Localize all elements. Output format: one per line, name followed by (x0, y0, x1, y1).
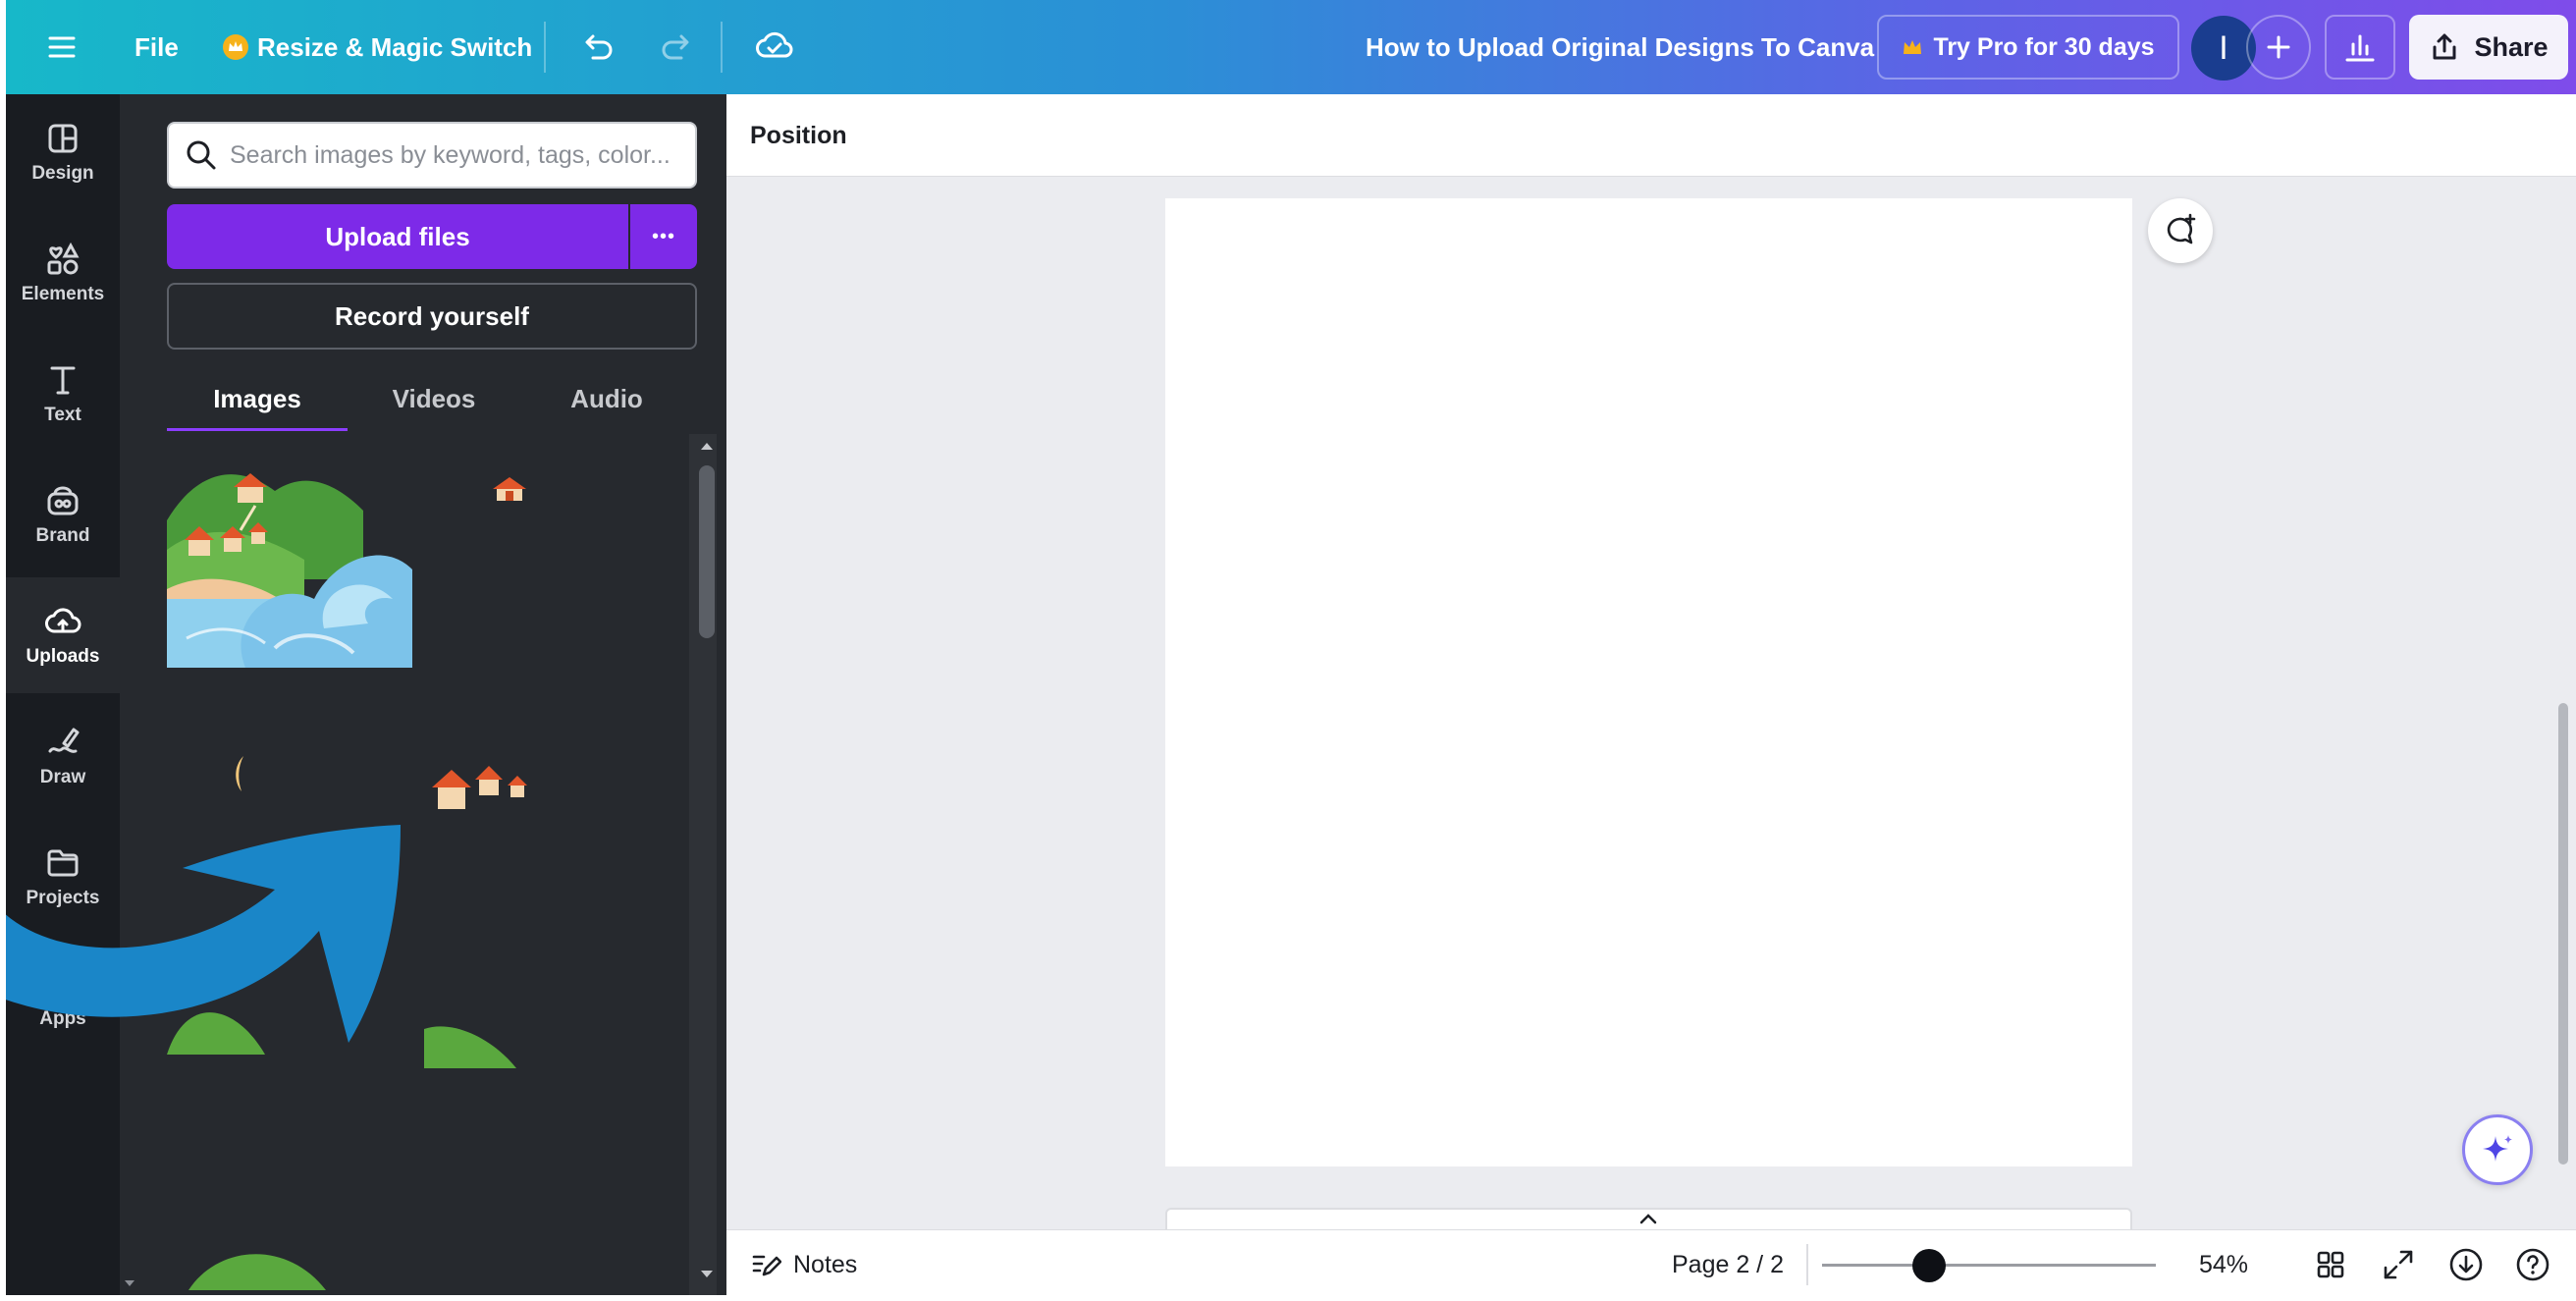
sidebar-item-draw[interactable]: Draw (6, 698, 120, 814)
uploaded-image-house[interactable] (493, 477, 526, 503)
menu-icon[interactable] (45, 0, 79, 94)
search-input[interactable] (230, 124, 695, 187)
sidebar-item-label: Uploads (26, 646, 100, 667)
cloud-upload-icon (45, 608, 81, 633)
file-menu[interactable]: File (134, 0, 179, 94)
uploaded-image-houses[interactable] (432, 764, 530, 811)
scroll-down-icon[interactable] (699, 1269, 715, 1280)
resize-magic-switch-button[interactable]: Resize & Magic Switch (222, 0, 532, 94)
document-title[interactable]: How to Upload Original Designs To Canva (1366, 0, 1874, 94)
draw-icon (48, 728, 80, 753)
sidebar-item-uploads[interactable]: Uploads (6, 577, 120, 693)
uploaded-image-wave-village[interactable] (167, 461, 412, 668)
sidebar-item-text[interactable]: Text (6, 336, 120, 452)
fullscreen-icon[interactable] (2382, 1230, 2415, 1299)
redo-icon[interactable] (658, 0, 695, 94)
toolbar-divider (544, 22, 546, 73)
tab-audio[interactable]: Audio (520, 371, 693, 426)
zoom-slider-track[interactable] (1822, 1264, 2156, 1267)
add-collaborator-button[interactable] (2246, 15, 2311, 80)
crown-icon (1902, 37, 1923, 57)
design-icon (48, 124, 78, 153)
scroll-down-small-icon (125, 1280, 134, 1286)
sidebar-item-label: Design (31, 163, 94, 184)
magic-assistant-button[interactable] (2462, 1114, 2533, 1185)
try-pro-label: Try Pro for 30 days (1933, 32, 2155, 61)
top-toolbar: File Resize & Magic Switch How to Upload… (6, 0, 2576, 94)
upload-files-button[interactable]: Upload files (167, 204, 628, 269)
chevron-up-icon[interactable] (1637, 1212, 1659, 1225)
bottom-divider (1806, 1244, 1808, 1285)
toolbar-divider (721, 22, 723, 73)
elements-icon (47, 242, 80, 275)
cloud-saved-icon[interactable] (754, 0, 795, 94)
share-label: Share (2474, 31, 2549, 62)
record-yourself-button[interactable]: Record yourself (167, 283, 697, 350)
search-box[interactable] (167, 122, 697, 189)
text-icon (50, 366, 76, 395)
resize-magic-switch-label: Resize & Magic Switch (257, 31, 533, 62)
share-icon (2429, 31, 2460, 63)
undo-icon[interactable] (579, 0, 617, 94)
context-toolbar: Position (726, 94, 2576, 177)
page-indicator[interactable]: Page 2 / 2 (1672, 1230, 1784, 1299)
tab-images[interactable]: Images (167, 371, 348, 426)
more-options-icon: ••• (651, 225, 675, 247)
sidebar-item-label: Brand (35, 525, 90, 546)
notes-icon (752, 1255, 781, 1276)
tutorial-arrow-graphic (0, 825, 401, 1043)
uploaded-image-hill-partial[interactable] (188, 1245, 326, 1290)
position-button[interactable]: Position (750, 94, 847, 177)
sidebar-item-elements[interactable]: Elements (6, 215, 120, 331)
bottom-toolbar: Notes Page 2 / 2 54% (726, 1229, 2576, 1298)
sparkle-icon (2483, 1135, 2512, 1162)
notes-button[interactable]: Notes (750, 1230, 857, 1299)
scroll-up-icon[interactable] (699, 440, 715, 452)
active-tab-indicator (167, 428, 348, 431)
uploaded-image-hill-small[interactable] (424, 1019, 516, 1068)
zoom-slider-thumb[interactable] (1911, 1249, 1946, 1282)
window-bottom-edge (0, 1295, 2576, 1301)
comment-add-icon (2167, 213, 2196, 244)
zoom-percentage[interactable]: 54% (2199, 1230, 2248, 1299)
workspace-scrollbar[interactable] (2558, 703, 2568, 1165)
share-button[interactable]: Share (2409, 15, 2568, 80)
add-comment-button[interactable] (2148, 198, 2213, 263)
sidebar-item-label: Draw (39, 767, 86, 787)
design-page[interactable] (1165, 198, 2132, 1166)
uploaded-image-crescent[interactable] (230, 754, 249, 793)
panel-scrollbar-thumb[interactable] (699, 465, 715, 638)
crown-icon (222, 33, 249, 61)
try-pro-button[interactable]: Try Pro for 30 days (1877, 15, 2179, 80)
sidebar-item-design[interactable]: Design (6, 94, 120, 210)
brand-icon (47, 486, 79, 515)
plus-icon (2267, 35, 2290, 59)
side-navigation: Design Elements Text Brand Uploads Draw … (6, 94, 120, 1295)
sidebar-item-label: Text (44, 405, 81, 425)
search-icon (187, 140, 216, 170)
uploads-panel: Upload files ••• Record yourself Images … (120, 94, 726, 1295)
tab-videos[interactable]: Videos (348, 371, 520, 426)
grid-view-icon[interactable] (2315, 1230, 2346, 1299)
download-icon[interactable] (2448, 1230, 2484, 1299)
help-icon[interactable] (2515, 1230, 2550, 1299)
sidebar-item-label: Elements (21, 284, 105, 304)
sidebar-item-brand[interactable]: Brand (6, 457, 120, 572)
insights-button[interactable] (2325, 15, 2395, 80)
bar-chart-icon (2345, 34, 2375, 62)
notes-label: Notes (793, 1250, 858, 1278)
upload-more-options-button[interactable]: ••• (630, 204, 697, 269)
window-left-edge (0, 0, 6, 1301)
